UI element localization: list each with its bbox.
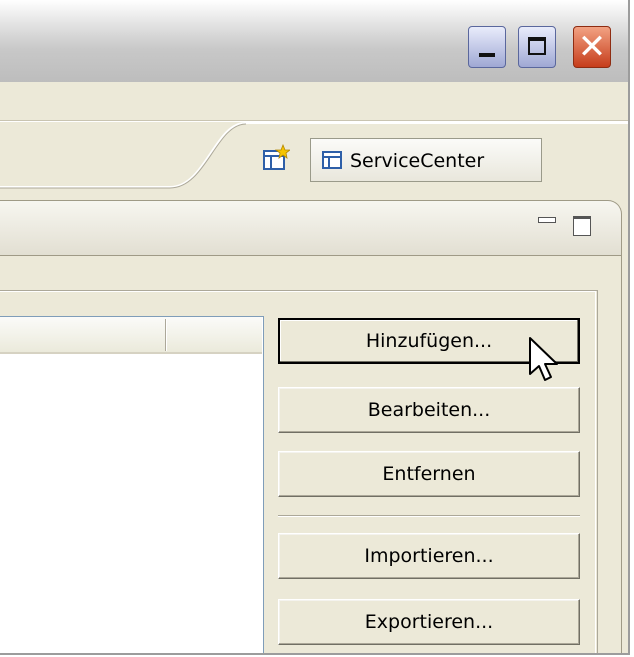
view-minimize-icon[interactable]	[538, 217, 556, 223]
button-separator	[278, 515, 580, 517]
title-bar[interactable]: ✕	[0, 0, 628, 82]
view-tab-header[interactable]	[0, 200, 622, 256]
remove-button[interactable]: Entfernen	[278, 451, 580, 497]
maximize-icon	[528, 37, 546, 55]
table-header	[0, 317, 262, 354]
import-button[interactable]: Importieren...	[278, 533, 580, 579]
close-icon: ✕	[577, 27, 607, 67]
close-window-button[interactable]: ✕	[573, 26, 611, 68]
view-maximize-icon[interactable]	[573, 216, 591, 236]
application-window: ✕ ServiceCenter Hinzufügen... Bearbeiten…	[0, 0, 630, 655]
entries-table[interactable]	[0, 316, 264, 653]
table-icon	[322, 151, 342, 169]
mouse-pointer-icon	[529, 337, 558, 381]
export-button[interactable]: Exportieren...	[278, 599, 580, 645]
maximize-window-button[interactable]	[518, 26, 556, 68]
minimize-window-button[interactable]	[468, 26, 506, 68]
column-divider-highlight	[166, 319, 167, 351]
menu-bar	[0, 82, 628, 121]
edit-button[interactable]: Bearbeiten...	[278, 387, 580, 433]
perspective-label: ServiceCenter	[350, 150, 485, 172]
perspective-servicecenter-button[interactable]: ServiceCenter	[310, 138, 542, 182]
minimize-icon	[479, 53, 495, 57]
open-perspective-icon[interactable]	[262, 144, 290, 172]
